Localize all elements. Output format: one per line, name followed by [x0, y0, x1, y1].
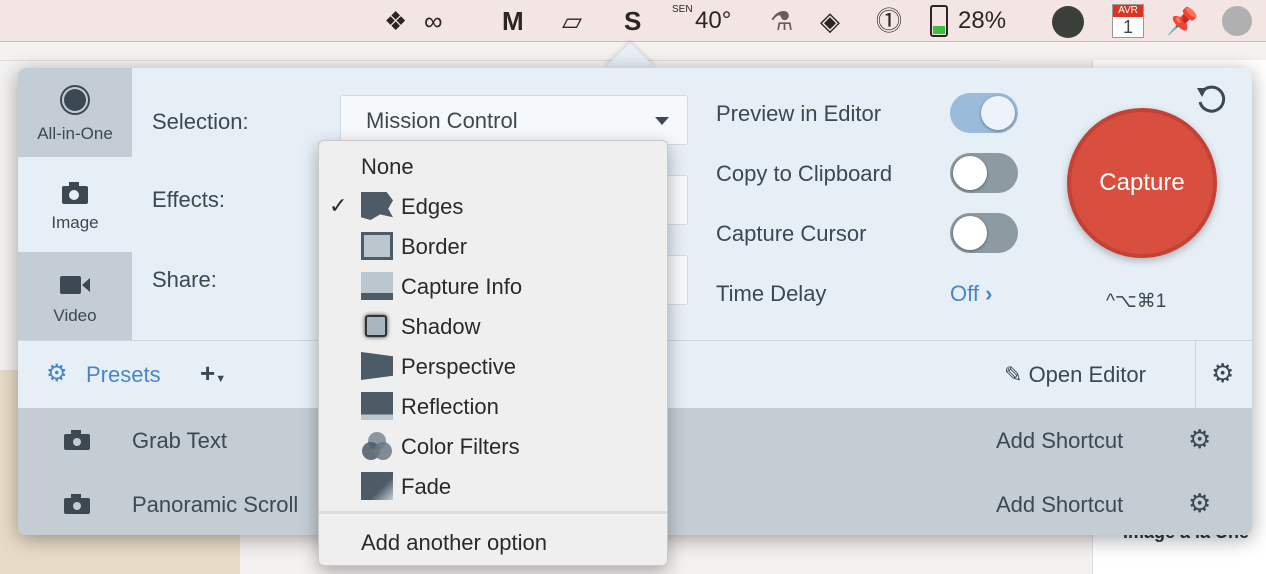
calendar-day: 1	[1122, 17, 1133, 37]
calendar-icon[interactable]: AVR 1	[1112, 4, 1144, 38]
preview-in-editor-toggle[interactable]	[950, 93, 1018, 133]
s-icon[interactable]: S	[624, 4, 641, 38]
checkmark-icon: ✓	[329, 193, 348, 218]
battery-icon[interactable]	[930, 5, 948, 37]
tab-label: Video	[53, 306, 97, 325]
gears-icon[interactable]: ⚙	[46, 359, 68, 388]
menu-item-label: Shadow	[401, 314, 481, 339]
preview-in-editor-label: Preview in Editor	[716, 101, 882, 126]
menu-item-reflection[interactable]: Reflection	[319, 387, 669, 425]
menu-item-label: Reflection	[401, 394, 499, 419]
presets-button[interactable]: Presets	[86, 362, 161, 388]
creative-cloud-icon[interactable]: ∞	[424, 4, 443, 38]
menu-item-perspective[interactable]: Perspective	[319, 347, 669, 385]
open-editor-button[interactable]: ✎ Open Editor	[1004, 362, 1146, 388]
menu-bar: ❖ ∞ M ▱ S SEN 40° ⚗ ◈ ⓵ 28% AVR 1 📌	[0, 0, 1266, 42]
time-delay-label: Time Delay	[716, 281, 827, 306]
time-delay-text: Off	[950, 281, 979, 306]
menu-item-shadow[interactable]: Shadow	[319, 307, 669, 345]
shadow-icon	[365, 315, 387, 337]
menu-divider	[319, 511, 667, 514]
menu-item-label: None	[361, 154, 414, 179]
chevron-right-icon: ›	[985, 281, 993, 306]
menu-item-none[interactable]: None	[319, 147, 669, 185]
copy-to-clipboard-toggle[interactable]	[950, 153, 1018, 193]
weather-temp[interactable]: 40°	[695, 4, 731, 38]
plus-icon: +	[200, 358, 216, 388]
tab-image[interactable]: Image	[18, 157, 132, 252]
1password-icon[interactable]: ⓵	[876, 4, 902, 38]
preset-gear-icon[interactable]: ⚙	[1188, 424, 1211, 455]
drive-icon[interactable]: ▱	[562, 4, 582, 38]
edges-icon	[361, 192, 393, 220]
menu-item-border[interactable]: Border	[319, 227, 669, 265]
selection-dropdown[interactable]: Mission Control	[340, 95, 688, 145]
battery-percent: 28%	[958, 7, 1007, 34]
divider	[1195, 341, 1196, 409]
menu-item-label: Border	[401, 234, 468, 259]
time-delay-value[interactable]: Off ›	[950, 281, 992, 307]
settings-gear-icon[interactable]: ⚙	[1211, 358, 1234, 389]
preset-name: Panoramic Scroll	[132, 492, 299, 517]
camera-icon	[62, 182, 88, 204]
menu-item-label: Capture Info	[401, 274, 523, 299]
edit-icon: ✎	[1004, 362, 1023, 387]
preset-gear-icon[interactable]: ⚙	[1188, 488, 1211, 519]
chevron-down-icon	[655, 117, 669, 125]
add-shortcut-button[interactable]: Add Shortcut	[996, 428, 1123, 454]
menu-item-fade[interactable]: Fade	[319, 467, 669, 505]
menu-item-edges[interactable]: ✓ Edges	[319, 187, 669, 225]
weather-direction: SEN	[672, 4, 693, 15]
moon-icon[interactable]	[1222, 6, 1252, 36]
menu-item-label: Add another option	[361, 530, 547, 555]
record-icon	[60, 85, 90, 115]
add-another-option[interactable]: Add another option	[319, 523, 669, 561]
mailplane-icon[interactable]: M	[502, 4, 524, 38]
video-icon	[60, 276, 90, 294]
fade-icon	[361, 472, 393, 500]
add-preset-button[interactable]: +▼	[200, 358, 226, 389]
selection-label: Selection:	[152, 109, 249, 134]
menu-item-label: Perspective	[401, 354, 516, 379]
menu-item-label: Edges	[401, 194, 464, 219]
tab-video[interactable]: Video	[18, 252, 132, 340]
capture-info-icon	[361, 272, 393, 300]
capture-cursor-label: Capture Cursor	[716, 221, 867, 246]
tab-all-in-one[interactable]: All-in-One	[18, 68, 132, 157]
activity-icon[interactable]	[1052, 6, 1084, 38]
effects-menu: None ✓ Edges Border Capture Info Shadow P…	[318, 140, 668, 566]
camera-icon	[64, 494, 90, 514]
color-filters-icon	[362, 432, 392, 460]
camera-icon	[64, 430, 90, 450]
border-icon	[361, 232, 393, 260]
preset-name: Grab Text	[132, 428, 227, 453]
effects-label: Effects:	[152, 187, 225, 212]
open-editor-label: Open Editor	[1028, 362, 1146, 387]
capture-button[interactable]: Capture	[1067, 108, 1217, 258]
tab-label: Image	[51, 213, 99, 232]
tab-label: All-in-One	[37, 124, 113, 143]
capture-shortcut: ^⌥⌘1	[1106, 291, 1167, 312]
pin-icon[interactable]: 📌	[1166, 4, 1198, 38]
add-shortcut-button[interactable]: Add Shortcut	[996, 492, 1123, 518]
menu-item-color-filters[interactable]: Color Filters	[319, 427, 669, 465]
selection-value: Mission Control	[366, 108, 518, 133]
dropbox-icon[interactable]: ❖	[384, 4, 407, 38]
calendar-month: AVR	[1113, 5, 1143, 17]
menu-item-label: Color Filters	[401, 434, 520, 459]
perspective-icon	[361, 352, 393, 380]
copy-to-clipboard-label: Copy to Clipboard	[716, 161, 893, 186]
menu-item-label: Fade	[401, 474, 452, 499]
capture-cursor-toggle[interactable]	[950, 213, 1018, 253]
flask-icon[interactable]: ⚗	[770, 4, 793, 38]
diamond-icon[interactable]: ◈	[820, 4, 840, 38]
reflection-icon	[361, 392, 393, 420]
reset-icon[interactable]	[1194, 82, 1228, 116]
share-label: Share:	[152, 267, 217, 292]
menu-item-capture-info[interactable]: Capture Info	[319, 267, 669, 305]
